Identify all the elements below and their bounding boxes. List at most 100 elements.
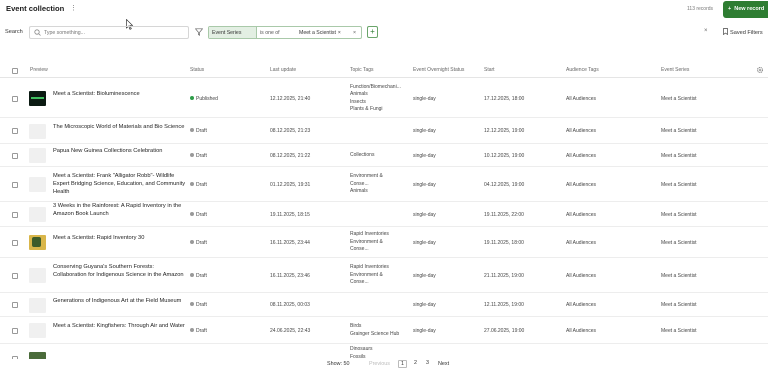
filter-chip[interactable]: Event Series is one of Meet a Scientist ×…: [208, 26, 362, 39]
next-page-button[interactable]: Next: [438, 361, 449, 367]
audience-tags-cell: All Audiences: [566, 302, 597, 308]
topic-tag: Function/Biomechani...: [350, 83, 401, 90]
new-record-label: New record: [734, 6, 765, 12]
event-name-link[interactable]: Papua New Guinea Collections Celebration: [53, 147, 189, 155]
status-badge: Draft: [190, 272, 207, 279]
row-checkbox[interactable]: [12, 272, 18, 279]
filter-icon[interactable]: [195, 28, 203, 36]
row-checkbox[interactable]: [12, 95, 18, 102]
page-size-select[interactable]: Show: 50: [327, 361, 349, 367]
event-name-link[interactable]: The Microscopic World of Materials and B…: [53, 123, 189, 131]
remove-filter-icon[interactable]: ×: [351, 27, 361, 38]
preview-placeholder: [29, 177, 46, 192]
topic-tag: Rapid Inventories: [350, 264, 389, 271]
status-label: Draft: [196, 302, 207, 308]
column-header-preview[interactable]: Preview: [30, 67, 48, 73]
row-checkbox[interactable]: [12, 211, 18, 218]
event-name-link[interactable]: Meet a Scientist: Frank "Alligator Robb"…: [53, 172, 189, 197]
gear-icon[interactable]: [756, 66, 764, 74]
filter-value[interactable]: Meet a Scientist ×: [297, 27, 351, 38]
column-header-topic-tags[interactable]: Topic Tags: [350, 67, 374, 73]
search-field[interactable]: [29, 26, 189, 39]
previous-page-button[interactable]: Previous: [369, 361, 390, 367]
select-all-checkbox[interactable]: [12, 68, 18, 74]
page-title: Event collection: [6, 4, 65, 13]
add-filter-button[interactable]: +: [367, 26, 378, 38]
column-header-status[interactable]: Status: [190, 67, 204, 73]
topic-tag: Collections: [350, 151, 375, 158]
search-icon: [34, 29, 41, 36]
search-input[interactable]: [44, 29, 184, 37]
row-checkbox[interactable]: [12, 181, 18, 188]
status-dot-icon: [190, 152, 194, 157]
table-row[interactable]: Meet a Scientist: Rapid Inventory 30 Draf…: [0, 227, 768, 258]
top-bar: Event collection ⋮ 113 records + New reco…: [0, 0, 768, 20]
filter-operator[interactable]: is one of: [257, 27, 297, 38]
audience-tags-cell: All Audiences: [566, 272, 597, 279]
event-name-link[interactable]: Meet a Scientist: Rapid Inventory 30: [53, 234, 189, 242]
table-row[interactable]: Meet a Scientist: Kingfishers: Through A…: [0, 317, 768, 344]
row-checkbox[interactable]: [12, 128, 18, 134]
filter-value-label: Meet a Scientist: [299, 30, 336, 36]
status-dot-icon: [190, 327, 194, 332]
table-row[interactable]: Meet a Scientist: Frank "Alligator Robb"…: [0, 167, 768, 202]
table-row[interactable]: Meet a Scientist: Bioluminescence Publish…: [0, 79, 768, 118]
event-name-link[interactable]: Meet a Scientist: Kingfishers: Through A…: [53, 322, 189, 330]
status-badge: Draft: [190, 302, 207, 308]
start-date-cell: 10.12.2025, 19:00: [484, 152, 525, 159]
table-row[interactable]: Conserving Guyana's Southern Forests: Co…: [0, 258, 768, 293]
status-badge: Draft: [190, 239, 207, 246]
table-row[interactable]: Papua New Guinea Collections Celebration…: [0, 144, 768, 167]
page-button[interactable]: 1: [398, 360, 407, 368]
status-dot-icon: [190, 95, 194, 100]
table-row[interactable]: Generations of Indigenous Art at the Fie…: [0, 293, 768, 317]
overnight-status-cell: single-day: [413, 181, 436, 188]
topic-tags-cell: Rapid Inventories Environment & Conse...: [350, 231, 410, 254]
event-name-link[interactable]: Meet a Scientist: Bioluminescence: [53, 90, 189, 98]
row-checkbox[interactable]: [12, 327, 18, 334]
column-header-overnight-status[interactable]: Event Overnight Status: [413, 67, 464, 73]
new-record-button[interactable]: + New record: [723, 1, 768, 18]
event-name-link[interactable]: 3 Weeks in the Rainforest: A Rapid Inven…: [53, 202, 189, 219]
column-header-start[interactable]: Start: [484, 67, 495, 73]
status-label: Draft: [196, 239, 207, 246]
event-name-link[interactable]: Generations of Indigenous Art at the Fie…: [53, 297, 189, 305]
column-header-last-update[interactable]: Last update: [270, 67, 296, 73]
event-series-cell: Meet a Scientist: [661, 181, 697, 188]
topic-tag: Animals: [350, 91, 368, 97]
overnight-status-cell: single-day: [413, 272, 436, 279]
saved-filters-button[interactable]: Saved Filters: [723, 28, 763, 36]
clear-filters-icon[interactable]: ×: [704, 28, 708, 34]
row-checkbox[interactable]: [12, 302, 18, 308]
status-dot-icon: [190, 181, 194, 186]
row-checkbox[interactable]: [12, 152, 18, 159]
overnight-status-cell: single-day: [413, 95, 436, 102]
status-label: Draft: [196, 211, 207, 218]
topic-tag: Dinosaurs: [350, 346, 373, 352]
preview-placeholder: [29, 207, 46, 222]
remove-value-icon[interactable]: ×: [338, 30, 341, 36]
page-button[interactable]: 3: [423, 360, 432, 368]
table-row[interactable]: 3 Weeks in the Rainforest: A Rapid Inven…: [0, 202, 768, 227]
column-header-audience-tags[interactable]: Audience Tags: [566, 67, 599, 73]
column-header-event-series[interactable]: Event Series: [661, 67, 689, 73]
event-series-cell: Meet a Scientist: [661, 239, 697, 246]
filter-field[interactable]: Event Series: [209, 27, 257, 38]
topic-tags-cell: Rapid Inventories Environment & Conse...: [350, 264, 410, 287]
topic-tag: Grainger Science Hub: [350, 330, 400, 337]
event-series-cell: Meet a Scientist: [661, 272, 697, 279]
kebab-icon[interactable]: ⋮: [70, 4, 77, 12]
filter-bar: Search Event Series is one of Meet a Sci…: [0, 25, 768, 41]
start-date-cell: 19.11.2025, 22:00: [484, 211, 524, 218]
table-row[interactable]: The Microscopic World of Materials and B…: [0, 118, 768, 144]
page-button[interactable]: 2: [411, 360, 420, 368]
search-label: Search: [5, 29, 23, 35]
topic-tag: Rapid Inventories: [350, 231, 389, 238]
start-date-cell: 12.12.2025, 19:00: [484, 128, 525, 134]
preview-placeholder: [29, 297, 46, 313]
event-name-link[interactable]: Conserving Guyana's Southern Forests: Co…: [53, 263, 189, 280]
preview-placeholder: [29, 148, 46, 163]
preview-placeholder: [29, 268, 46, 283]
row-checkbox[interactable]: [12, 239, 18, 246]
bookmark-icon: [723, 28, 728, 35]
